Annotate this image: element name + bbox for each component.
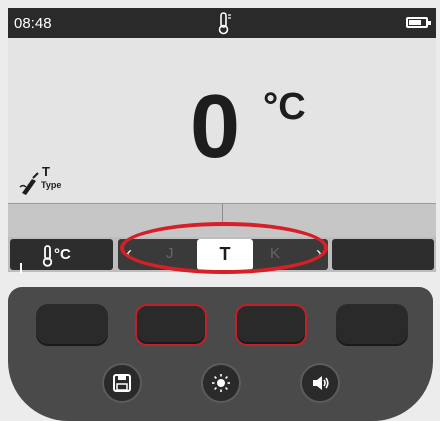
device-screen: 08:48 0 °C T Type °C ‹ J T K › bbox=[8, 8, 436, 273]
function-key-3[interactable] bbox=[235, 304, 307, 346]
selector-next: K bbox=[270, 245, 281, 262]
function-key-2[interactable] bbox=[135, 304, 207, 346]
temperature-value: 0 bbox=[190, 77, 241, 177]
thermometer-icon bbox=[218, 12, 231, 35]
unit-softkey[interactable]: °C bbox=[10, 239, 113, 273]
selector-current[interactable]: T bbox=[197, 239, 253, 270]
softkey-row: °C ‹ J T K › bbox=[8, 237, 436, 273]
volume-button[interactable] bbox=[300, 363, 340, 403]
unit-label: °C bbox=[54, 246, 71, 263]
brightness-button[interactable] bbox=[201, 363, 241, 403]
probe-type-selector[interactable]: ‹ J T K › bbox=[118, 239, 328, 270]
chevron-left-icon[interactable]: ‹ bbox=[126, 243, 132, 264]
volume-icon bbox=[313, 376, 329, 390]
status-time: 08:48 bbox=[14, 15, 52, 32]
status-bar: 08:48 bbox=[8, 8, 436, 38]
divider bbox=[222, 204, 223, 224]
function-key-4[interactable] bbox=[336, 304, 408, 346]
function-key-1[interactable] bbox=[36, 304, 108, 346]
probe-icon bbox=[19, 172, 39, 195]
brightness-icon bbox=[212, 374, 230, 392]
temperature-unit: °C bbox=[263, 86, 306, 128]
probe-type-label: Type bbox=[41, 180, 62, 190]
save-icon bbox=[113, 374, 131, 392]
battery-icon bbox=[406, 17, 431, 28]
empty-softkey[interactable] bbox=[332, 239, 434, 270]
selector-current-label: T bbox=[219, 244, 231, 264]
save-button[interactable] bbox=[102, 363, 142, 403]
selector-prev: J bbox=[166, 245, 174, 262]
chevron-right-icon[interactable]: › bbox=[316, 243, 322, 264]
level-indicator bbox=[20, 263, 22, 273]
reading-area: 0 °C T Type bbox=[8, 38, 436, 203]
probe-type: T bbox=[42, 164, 50, 179]
softkey-row-top bbox=[8, 203, 436, 238]
